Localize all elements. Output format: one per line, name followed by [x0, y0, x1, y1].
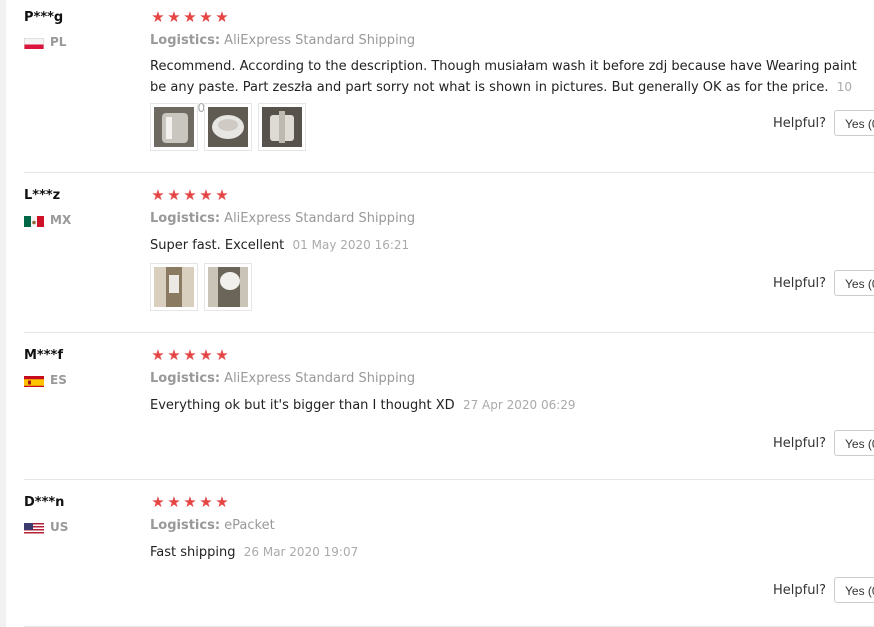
star-rating: ★ ★ ★ ★ ★ [150, 346, 230, 364]
logistics-info: Logistics: AliExpress Standard Shipping [150, 211, 415, 226]
left-border [0, 0, 6, 627]
country-code: US [50, 520, 69, 534]
review-photo-thumbnail[interactable] [150, 103, 198, 151]
country-code: PL [50, 35, 67, 49]
review-item: P***g PL ★ ★ ★ ★ ★ Logistics: AliExpress Sta… [24, 0, 874, 173]
helpful-section: Helpful? Yes (0) [773, 577, 874, 603]
logistics-info: Logistics: AliExpress Standard Shipping [150, 33, 415, 48]
star-icon: ★ [199, 493, 213, 511]
logistics-method: AliExpress Standard Shipping [224, 371, 416, 386]
star-icon: ★ [167, 346, 181, 364]
helpful-yes-button[interactable]: Yes (0) [834, 430, 874, 456]
flag-es-icon [24, 374, 44, 387]
flag-us-icon [24, 521, 44, 534]
review-content: Super fast. Excellent [150, 238, 285, 253]
helpful-section: Helpful? Yes (0) [773, 110, 874, 136]
star-icon: ★ [183, 346, 197, 364]
star-icon: ★ [183, 493, 197, 511]
reviewer-country: MX [24, 213, 71, 227]
helpful-label: Helpful? [773, 115, 826, 131]
review-text: Fast shipping 26 Mar 2020 19:07 [150, 542, 862, 563]
star-icon: ★ [151, 8, 165, 26]
photo-image [154, 107, 194, 147]
review-text: Everything ok but it's bigger than I tho… [150, 395, 862, 416]
star-icon: ★ [199, 8, 213, 26]
reviewer-country: PL [24, 35, 66, 49]
country-code: MX [50, 213, 72, 227]
star-rating: ★ ★ ★ ★ ★ [150, 8, 230, 26]
star-icon: ★ [199, 186, 213, 204]
photo-image [208, 267, 248, 307]
review-text: Super fast. Excellent 01 May 2020 16:21 [150, 235, 862, 256]
star-rating: ★ ★ ★ ★ ★ [150, 186, 230, 204]
reviewer-country: US [24, 520, 68, 534]
helpful-yes-button[interactable]: Yes (0) [834, 110, 874, 136]
review-photos [150, 103, 312, 151]
helpful-label: Helpful? [773, 435, 826, 451]
star-rating: ★ ★ ★ ★ ★ [150, 493, 230, 511]
star-icon: ★ [215, 493, 229, 511]
reviewer-name: D***n [24, 495, 65, 510]
helpful-section: Helpful? Yes (0) [773, 270, 874, 296]
star-icon: ★ [215, 186, 229, 204]
star-icon: ★ [167, 493, 181, 511]
review-date: 27 Apr 2020 06:29 [462, 398, 576, 412]
logistics-label: Logistics: [150, 518, 221, 533]
star-icon: ★ [151, 346, 165, 364]
helpful-yes-button[interactable]: Yes (0) [834, 577, 874, 603]
logistics-info: Logistics: AliExpress Standard Shipping [150, 371, 415, 386]
review-content: Fast shipping [150, 545, 236, 560]
review-item: L***z MX ★ ★ ★ ★ ★ Logistics: AliExpress Sta… [24, 178, 874, 333]
reviewer-name: P***g [24, 10, 64, 25]
country-code: ES [50, 373, 67, 387]
star-icon: ★ [215, 346, 229, 364]
star-icon: ★ [151, 493, 165, 511]
review-date: 26 Mar 2020 19:07 [243, 545, 359, 559]
star-icon: ★ [183, 8, 197, 26]
helpful-yes-button[interactable]: Yes (0) [834, 270, 874, 296]
helpful-label: Helpful? [773, 275, 826, 291]
star-icon: ★ [167, 186, 181, 204]
review-photos [150, 263, 258, 311]
star-icon: ★ [183, 186, 197, 204]
review-date: 01 May 2020 16:21 [292, 238, 410, 252]
reviewer-name: M***f [24, 348, 63, 363]
logistics-method: AliExpress Standard Shipping [224, 211, 416, 226]
logistics-label: Logistics: [150, 211, 221, 226]
reviewer-country: ES [24, 373, 67, 387]
review-content: Recommend. According to the description.… [150, 59, 857, 95]
review-photo-thumbnail[interactable] [204, 103, 252, 151]
review-content: Everything ok but it's bigger than I tho… [150, 398, 455, 413]
review-item: D***n US ★ ★ ★ ★ ★ Logistics: ePacket Fast s… [24, 485, 874, 627]
review-item: M***f ES ★ ★ ★ ★ ★ Logistics: AliExpress Sta… [24, 338, 874, 480]
logistics-method: ePacket [224, 518, 275, 533]
review-photo-thumbnail[interactable] [150, 263, 198, 311]
photo-image [154, 267, 194, 307]
star-icon: ★ [215, 8, 229, 26]
flag-mx-icon [24, 214, 44, 227]
photo-image [208, 107, 248, 147]
star-icon: ★ [151, 186, 165, 204]
review-photo-thumbnail[interactable] [258, 103, 306, 151]
review-photo-thumbnail[interactable] [204, 263, 252, 311]
star-icon: ★ [167, 8, 181, 26]
logistics-label: Logistics: [150, 371, 221, 386]
reviewer-name: L***z [24, 188, 61, 203]
flag-pl-icon [24, 36, 44, 49]
helpful-section: Helpful? Yes (0) [773, 430, 874, 456]
star-icon: ★ [199, 346, 213, 364]
logistics-info: Logistics: ePacket [150, 518, 275, 533]
helpful-label: Helpful? [773, 582, 826, 598]
logistics-label: Logistics: [150, 33, 221, 48]
logistics-method: AliExpress Standard Shipping [224, 33, 416, 48]
photo-image [262, 107, 302, 147]
